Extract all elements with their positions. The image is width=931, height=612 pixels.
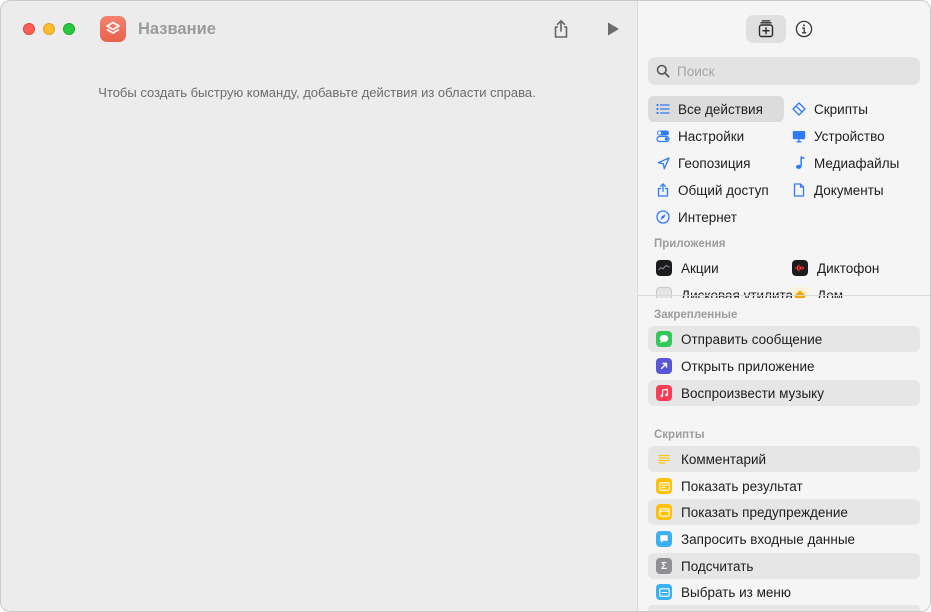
library-divider [638,295,930,296]
zoom-window-button[interactable] [63,23,75,35]
shortcut-editor-pane[interactable]: Название Чтобы создать быструю команду, … [1,1,637,611]
voice-memos-app-icon [792,260,808,276]
alert-icon [656,504,672,520]
action-ask-for-input[interactable]: Запросить входные данные [648,526,920,552]
sigma-icon: Σ [656,558,672,574]
play-icon [608,22,619,36]
action-play-music[interactable]: Воспроизвести музыку [648,380,920,406]
search-input[interactable] [677,63,897,79]
category-web[interactable]: Интернет [648,204,784,230]
category-label: Медиафайлы [814,155,900,171]
compass-icon [656,210,670,224]
run-button[interactable] [601,17,625,41]
category-label: Настройки [678,128,745,144]
toggles-icon [656,129,670,143]
close-window-button[interactable] [23,23,35,35]
pinned-section-title: Закрепленные [654,309,738,321]
action-library-icon [758,20,774,38]
action-label: Отправить сообщение [681,331,823,347]
action-search-field[interactable] [648,57,920,85]
list-icon [656,102,670,116]
action-partially-visible[interactable] [648,605,920,611]
apps-list: Акции Диктофон Дисковая утилита Дом [638,256,930,299]
open-app-arrow-icon [656,358,672,374]
app-stocks[interactable]: Акции [656,256,719,280]
action-label: Комментарий [681,451,767,467]
music-note-icon [792,156,806,170]
category-settings[interactable]: Настройки [648,123,784,149]
shortcut-title[interactable]: Название [138,20,216,39]
tab-action-library[interactable] [746,15,786,43]
category-all-actions[interactable]: Все действия [648,96,784,122]
info-icon [795,20,813,38]
category-label: Документы [814,182,884,198]
comment-lines-icon [656,451,672,467]
category-media[interactable]: Медиафайлы [784,150,920,176]
action-choose-from-menu[interactable]: Выбрать из меню [648,579,920,605]
menu-choose-icon [656,584,672,600]
category-label: Устройство [814,128,885,144]
action-show-alert[interactable]: Показать предупреждение [648,499,920,525]
action-label: Открыть приложение [681,358,815,374]
category-label: Геопозиция [678,155,751,171]
music-icon [656,385,672,401]
stocks-app-icon [656,260,672,276]
app-label: Дисковая утилита [681,287,794,299]
action-comment[interactable]: Комментарий [648,446,920,472]
empty-editor-hint-text: Чтобы создать быструю команду, добавьте … [98,85,536,100]
action-send-message[interactable]: Отправить сообщение [648,326,920,352]
messages-icon [656,331,672,347]
category-sharing[interactable]: Общий доступ [648,177,784,203]
display-icon [792,129,806,143]
scripts-icon [792,102,806,116]
action-label: Подсчитать [681,558,754,574]
category-location[interactable]: Геопозиция [648,150,784,176]
app-label: Дом [817,287,844,299]
scripts-section-title: Скрипты [654,429,705,441]
action-library-sidebar: Все действия Скрипты Настройки Устройств… [637,1,930,611]
action-label: Показать предупреждение [681,504,848,520]
apps-section-title: Приложения [654,238,726,250]
document-icon [792,183,806,197]
action-show-result[interactable]: Показать результат [648,473,920,499]
ask-input-icon [656,531,672,547]
search-icon [656,64,670,78]
shortcut-glyph-icon[interactable] [100,16,126,42]
category-label: Все действия [678,101,763,117]
share-icon [554,20,568,38]
category-label: Интернет [678,209,737,225]
show-result-icon [656,478,672,494]
action-count[interactable]: Σ Подсчитать [648,553,920,579]
home-app-icon [792,287,808,298]
empty-editor-hint: Чтобы создать быструю команду, добавьте … [1,85,637,100]
share-icon [656,183,670,197]
action-label: Запросить входные данные [681,531,856,547]
action-label: Воспроизвести музыку [681,385,824,401]
action-open-app[interactable]: Открыть приложение [648,353,920,379]
category-device[interactable]: Устройство [784,123,920,149]
app-voice-memos[interactable]: Диктофон [792,256,879,280]
disk-utility-app-icon [656,287,672,298]
shortcuts-window: Название Чтобы создать быструю команду, … [0,0,931,612]
category-label: Общий доступ [678,182,769,198]
category-documents[interactable]: Документы [784,177,920,203]
shortcuts-logo-icon [106,21,120,34]
app-label: Диктофон [817,260,880,276]
app-label: Акции [681,260,719,276]
minimize-window-button[interactable] [43,23,55,35]
location-arrow-icon [656,156,670,170]
share-button[interactable] [549,17,573,41]
action-label: Выбрать из меню [681,584,791,600]
tab-shortcut-details[interactable] [784,15,824,43]
action-label: Показать результат [681,478,803,494]
category-label: Скрипты [814,101,868,117]
category-scripts[interactable]: Скрипты [784,96,920,122]
